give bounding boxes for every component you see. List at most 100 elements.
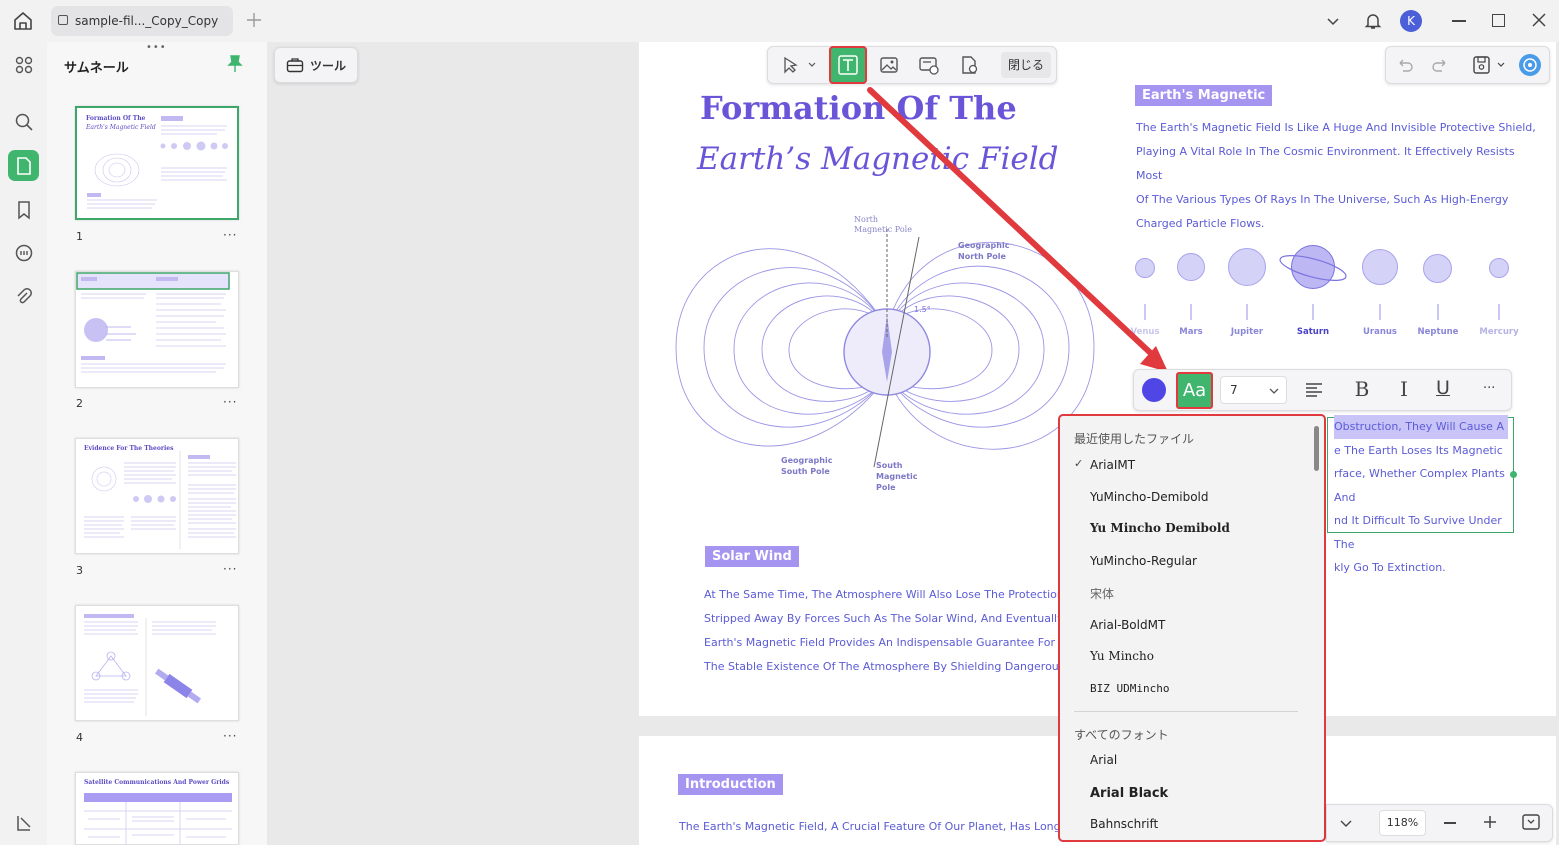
font-family-button[interactable]: Aa [1176,372,1213,409]
introduction-tag: Introduction [678,774,783,795]
planet-label-neptune: Neptune [1417,327,1459,337]
red-arrow-annotation [867,87,1168,372]
layers-icon[interactable] [8,807,39,838]
new-tab-button[interactable] [245,11,263,29]
page-thumbnail-3[interactable]: Evidence For The Theories [75,438,239,554]
close-window-button[interactable] [1532,13,1546,27]
font-option-yumincho-demibold[interactable]: YuMincho-Demibold [1090,490,1209,504]
maximize-button[interactable] [1492,14,1505,27]
home-icon[interactable] [12,10,34,32]
page-number-4: 4 [76,731,83,744]
font-option-arial-black[interactable]: Arial Black [1090,786,1168,801]
tools-label: ツール [310,58,347,73]
chevron-down-icon[interactable] [1325,13,1341,29]
introduction-paragraph: The Earth's Magnetic Field, A Crucial Fe… [679,820,1061,833]
page-options-button-2[interactable]: ··· [223,395,237,409]
bookmark-icon[interactable] [8,194,39,225]
underline-button[interactable]: U [1432,377,1454,401]
page-thumbnail-5[interactable]: Satellite Communications And Power Grids [75,772,239,845]
font-option-yu-mincho[interactable]: Yu Mincho [1090,649,1154,663]
image-tool-button[interactable] [874,50,904,80]
page-options-button-1[interactable]: ··· [223,228,237,242]
page-number-3: 3 [76,564,83,577]
search-icon[interactable] [8,106,39,137]
attachment-icon[interactable] [8,282,39,313]
close-edit-button[interactable]: 閉じる [1001,52,1051,78]
south-magnetic-pole-label: South Magnetic Pole [876,461,918,492]
avatar[interactable]: K [1400,10,1422,32]
fit-page-icon[interactable] [1522,814,1540,830]
planet-jupiter [1228,248,1266,286]
tools-button[interactable]: ツール [274,47,358,83]
planet-mercury [1489,258,1509,278]
zoom-in-button[interactable] [1483,815,1497,829]
zoom-level[interactable]: 118% [1379,810,1426,836]
planet-label-uranus: Uranus [1363,327,1397,337]
undo-icon[interactable] [1396,56,1414,74]
minimize-button[interactable] [1452,20,1466,22]
font-option-yu-mincho-demibold[interactable]: Yu Mincho Demibold [1090,521,1230,535]
comment-icon[interactable] [8,238,39,269]
dropdown-scrollbar[interactable] [1314,426,1319,471]
planet-mars [1177,253,1205,281]
planet-uranus [1362,249,1398,285]
sidebar-title: サムネール [64,61,129,76]
add-text-tool-button[interactable] [829,46,867,84]
font-size-select[interactable]: 7 [1220,376,1287,404]
bell-icon[interactable] [1363,11,1383,31]
recent-fonts-header: 最近使用したファイル [1074,432,1195,446]
font-option-songti[interactable]: 宋体 [1090,585,1114,602]
select-tool-button[interactable] [772,50,820,80]
page-options-button-4[interactable]: ··· [223,729,237,743]
panel-drag-handle[interactable]: ••• [146,42,167,53]
check-icon: ✓ [1074,457,1084,470]
thumbnails-icon[interactable] [8,150,39,181]
font-size-value: 7 [1230,383,1238,397]
link-tool-button[interactable] [914,50,944,80]
tab-document[interactable]: sample-fil..._Copy_Copy [51,6,233,36]
page-thumbnail-4[interactable] [75,605,239,721]
save-icon[interactable] [1472,55,1506,75]
zoom-out-button[interactable] [1444,822,1456,824]
earths-magnetic-paragraph: The Earth's Magnetic Field Is Like A Hug… [1136,121,1536,230]
saturn-ring [1279,255,1347,281]
page-number-1: 1 [76,230,83,243]
solar-wind-tag: Solar Wind [705,546,799,567]
dropdown-divider [1074,711,1298,712]
more-options-button[interactable]: ··· [1483,381,1495,396]
selected-text[interactable]: Obstruction, They Will Cause A e The Ear… [1334,415,1512,580]
pin-icon[interactable] [227,55,243,73]
text-color-button[interactable] [1142,378,1166,402]
document-tab-icon [58,15,68,25]
page-number-2: 2 [76,397,83,410]
planet-neptune [1423,254,1452,283]
page-options-button-3[interactable]: ··· [223,562,237,576]
font-option-arial-boldmt[interactable]: Arial-BoldMT [1090,618,1165,632]
font-option-bahnschrift[interactable]: Bahnschrift [1090,817,1158,831]
font-option-biz-udmincho[interactable]: BIZ UDMincho [1090,682,1169,695]
stamp-tool-button[interactable] [954,50,984,80]
chevron-down-icon [1269,388,1279,394]
font-option-arialmt[interactable]: AriaIMT [1090,458,1135,472]
tab-label: sample-fil..._Copy_Copy [75,14,219,28]
font-option-yumincho-regular[interactable]: YuMincho-Regular [1090,554,1197,568]
page-thumbnail-1[interactable]: Formation Of The Earth's Magnetic Field [75,106,239,220]
font-icon: Aa [1182,380,1207,401]
redo-icon[interactable] [1431,56,1449,74]
zoom-toolbar [1326,804,1553,842]
planet-label-saturn: Saturn [1296,327,1330,337]
bold-button[interactable]: B [1351,377,1373,401]
all-fonts-header: すべてのフォント [1074,728,1169,742]
chevron-down-icon[interactable] [1339,818,1353,828]
planet-label-jupiter: Jupiter [1230,327,1264,337]
italic-button[interactable]: I [1393,377,1415,401]
page-thumbnail-2[interactable] [75,271,239,388]
ai-assistant-icon[interactable] [1519,54,1541,76]
font-option-arial[interactable]: Arial [1090,753,1117,767]
align-button[interactable] [1304,380,1324,400]
geographic-south-pole-label: Geographic South Pole [781,456,833,476]
solar-wind-paragraph: At The Same Time, The Atmosphere Will Al… [704,588,1059,673]
font-family-dropdown[interactable]: 最近使用したファイル ✓ AriaIMT YuMincho-Demibold Y… [1058,414,1326,842]
apps-icon[interactable] [8,49,39,80]
toolbox-icon [286,58,304,73]
